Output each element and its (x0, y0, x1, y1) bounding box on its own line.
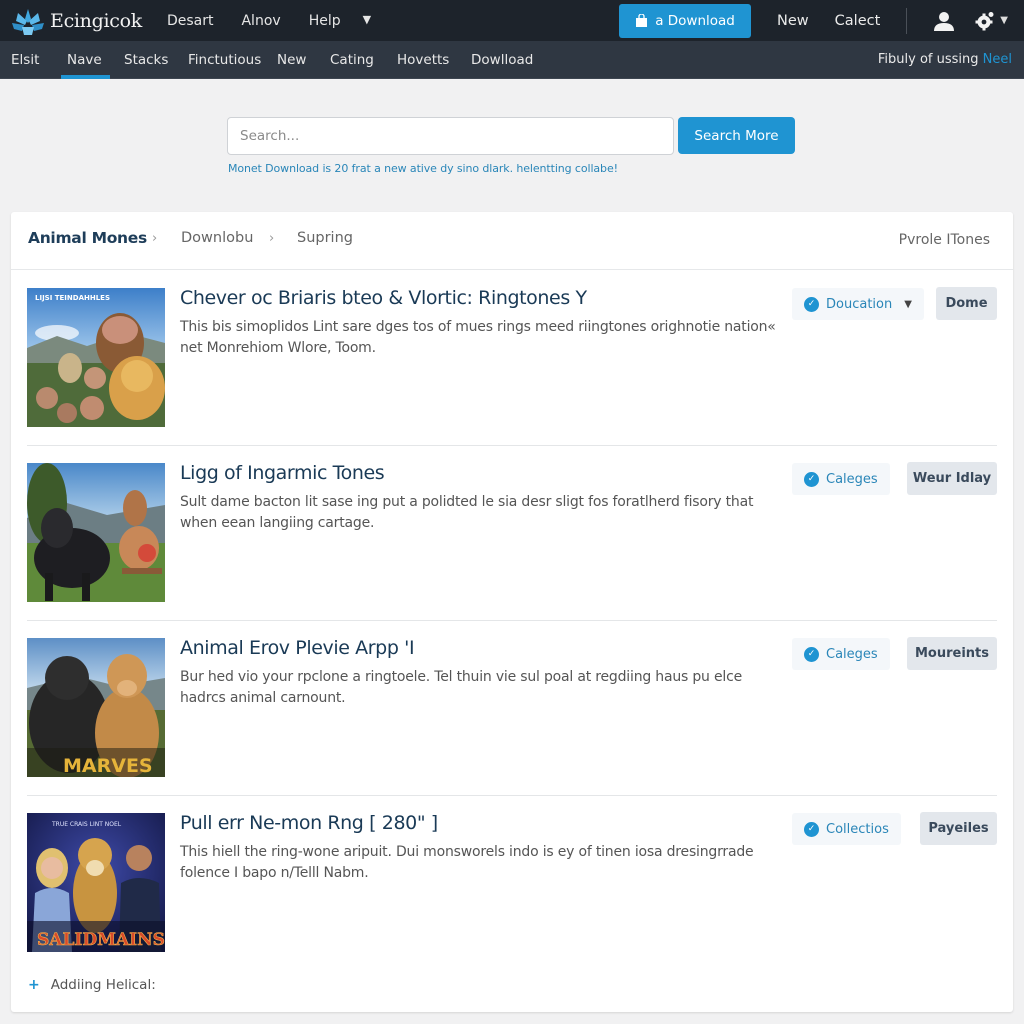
category-button[interactable]: ✓ Caleges (792, 638, 890, 670)
tab-nave[interactable]: Nave (61, 41, 110, 79)
category-dropdown[interactable]: ✓ Doucation ▼ (792, 288, 924, 320)
poster-caption: LIJSI TEINDAHHLES (35, 294, 110, 302)
poster-image-2 (27, 463, 165, 602)
category-label: Collectios (826, 821, 889, 837)
search-input[interactable] (227, 117, 674, 155)
chevron-down-icon[interactable]: ▼ (363, 13, 371, 29)
category-button[interactable]: ✓ Collectios (792, 813, 901, 845)
subnav-note-highlight: Neel (982, 52, 1012, 67)
add-link-label: Addiing Helical: (50, 977, 156, 993)
category-icon: ✓ (804, 471, 819, 487)
result-action-button[interactable]: Dome (936, 287, 997, 320)
brand-name: Ecingicok (50, 9, 142, 32)
result-title[interactable]: Pull err Ne-mon Rng [ 280" ] (180, 812, 438, 834)
settings-menu[interactable]: ▼ (975, 11, 1008, 31)
result-thumbnail[interactable]: MARVES (27, 638, 165, 777)
tab-new[interactable]: New (277, 41, 306, 79)
nav-item-alnov[interactable]: Alnov (241, 13, 280, 29)
result-thumbnail[interactable]: LIJSI TEINDAHHLES (27, 288, 165, 427)
poster-image-1: LIJSI TEINDAHHLES (27, 288, 165, 427)
chevron-down-icon: ▼ (1000, 15, 1008, 26)
category-button[interactable]: ✓ Caleges (792, 463, 890, 495)
nav-item-desart[interactable]: Desart (167, 13, 214, 29)
brand-logo[interactable]: Ecingicok (10, 5, 142, 37)
tab-download[interactable]: Dowlload (471, 41, 533, 79)
breadcrumb-right-link[interactable]: Pvrole ITones (899, 232, 990, 248)
add-link[interactable]: + Addiing Helical: (28, 977, 156, 993)
result-description: Sult dame bacton lit sase ing put a poli… (180, 494, 754, 531)
result-thumbnail[interactable] (27, 463, 165, 602)
result-action-button[interactable]: Weur Idlay (907, 462, 997, 495)
nav-item-help[interactable]: Help (309, 13, 341, 29)
category-icon: ✓ (804, 296, 819, 312)
user-icon[interactable] (933, 11, 955, 31)
result-description: This bis simoplidos Lint sare dges tos o… (180, 319, 776, 356)
result-description: This hiell the ring-wone aripuit. Dui mo… (180, 844, 754, 881)
category-label: Caleges (826, 471, 878, 487)
tab-elsit[interactable]: Elsit (11, 41, 39, 79)
result-row: MARVES Animal Erov Plevie Arpp 'I Bur he… (11, 621, 1013, 796)
subnav-note-text: Fibuly of ussing (877, 52, 979, 67)
breadcrumb-item[interactable]: Downlobu (181, 230, 253, 246)
tab-stacks[interactable]: Stacks (124, 41, 168, 79)
result-description: Bur hed vio your rpclone a ringtoele. Te… (180, 669, 742, 706)
divider (906, 7, 908, 34)
tab-cating[interactable]: Cating (330, 41, 374, 79)
breadcrumb-root[interactable]: Animal Mones (28, 229, 147, 247)
chevron-right-icon: › (152, 231, 158, 246)
category-label: Caleges (826, 646, 878, 662)
result-row: LIJSI TEINDAHHLES Chever oc Briaris bteo… (11, 271, 1013, 446)
result-action-button[interactable]: Moureints (907, 637, 997, 670)
top-nav: Desart Alnov Help ▼ (167, 13, 371, 29)
gear-icon (975, 11, 994, 30)
top-bar: Ecingicok Desart Alnov Help ▼ a Download… (0, 0, 1024, 41)
results-card: Animal Mones › Downlobu › Supring Pvrole… (11, 212, 1013, 1012)
chevron-right-icon: › (269, 231, 275, 246)
chevron-down-icon: ▼ (904, 298, 912, 310)
poster-caption: MARVES (63, 755, 153, 777)
category-nav: Elsit Nave Stacks Finctutious New Cating… (0, 41, 1024, 79)
result-action-button[interactable]: Payeiles (920, 812, 997, 845)
category-label: Doucation (826, 296, 893, 312)
result-title[interactable]: Animal Erov Plevie Arpp 'I (180, 637, 415, 659)
header-link-calect[interactable]: Calect (835, 13, 881, 29)
subnav-note[interactable]: Fibuly of ussing Neel (878, 41, 1012, 79)
poster-caption: SALIDMAINS (37, 930, 165, 950)
breadcrumb: Animal Mones › Downlobu › Supring Pvrole… (11, 212, 1013, 270)
download-button[interactable]: a Download (619, 3, 752, 38)
svg-text:TRUE CRAIS LINT NOEL: TRUE CRAIS LINT NOEL (51, 821, 122, 828)
logo-icon (12, 8, 44, 35)
result-row: TRUE CRAIS LINT NOEL SALIDMAINS Pull err… (11, 796, 1013, 971)
header-link-new[interactable]: New (777, 13, 809, 29)
category-icon: ✓ (804, 821, 819, 837)
search-more-button[interactable]: Search More (678, 117, 795, 154)
tab-finctutious[interactable]: Finctutious (188, 41, 261, 79)
shopping-bag-icon (636, 13, 648, 27)
poster-image-4: TRUE CRAIS LINT NOEL SALIDMAINS (27, 813, 165, 952)
search-hint[interactable]: Monet Download is 20 frat a new ative dy… (228, 162, 618, 175)
category-icon: ✓ (804, 646, 819, 662)
download-button-label: a Download (655, 12, 735, 29)
result-title[interactable]: Ligg of Ingarmic Tones (180, 462, 385, 484)
breadcrumb-item[interactable]: Supring (297, 230, 353, 246)
result-row: Ligg of Ingarmic Tones Sult dame bacton … (11, 446, 1013, 621)
result-thumbnail[interactable]: TRUE CRAIS LINT NOEL SALIDMAINS (27, 813, 165, 952)
plus-icon: + (28, 977, 40, 993)
tab-hovetts[interactable]: Hovetts (397, 41, 449, 79)
poster-image-3: MARVES (27, 638, 165, 777)
result-title[interactable]: Chever oc Briaris bteo & Vlortic: Ringto… (180, 287, 587, 309)
